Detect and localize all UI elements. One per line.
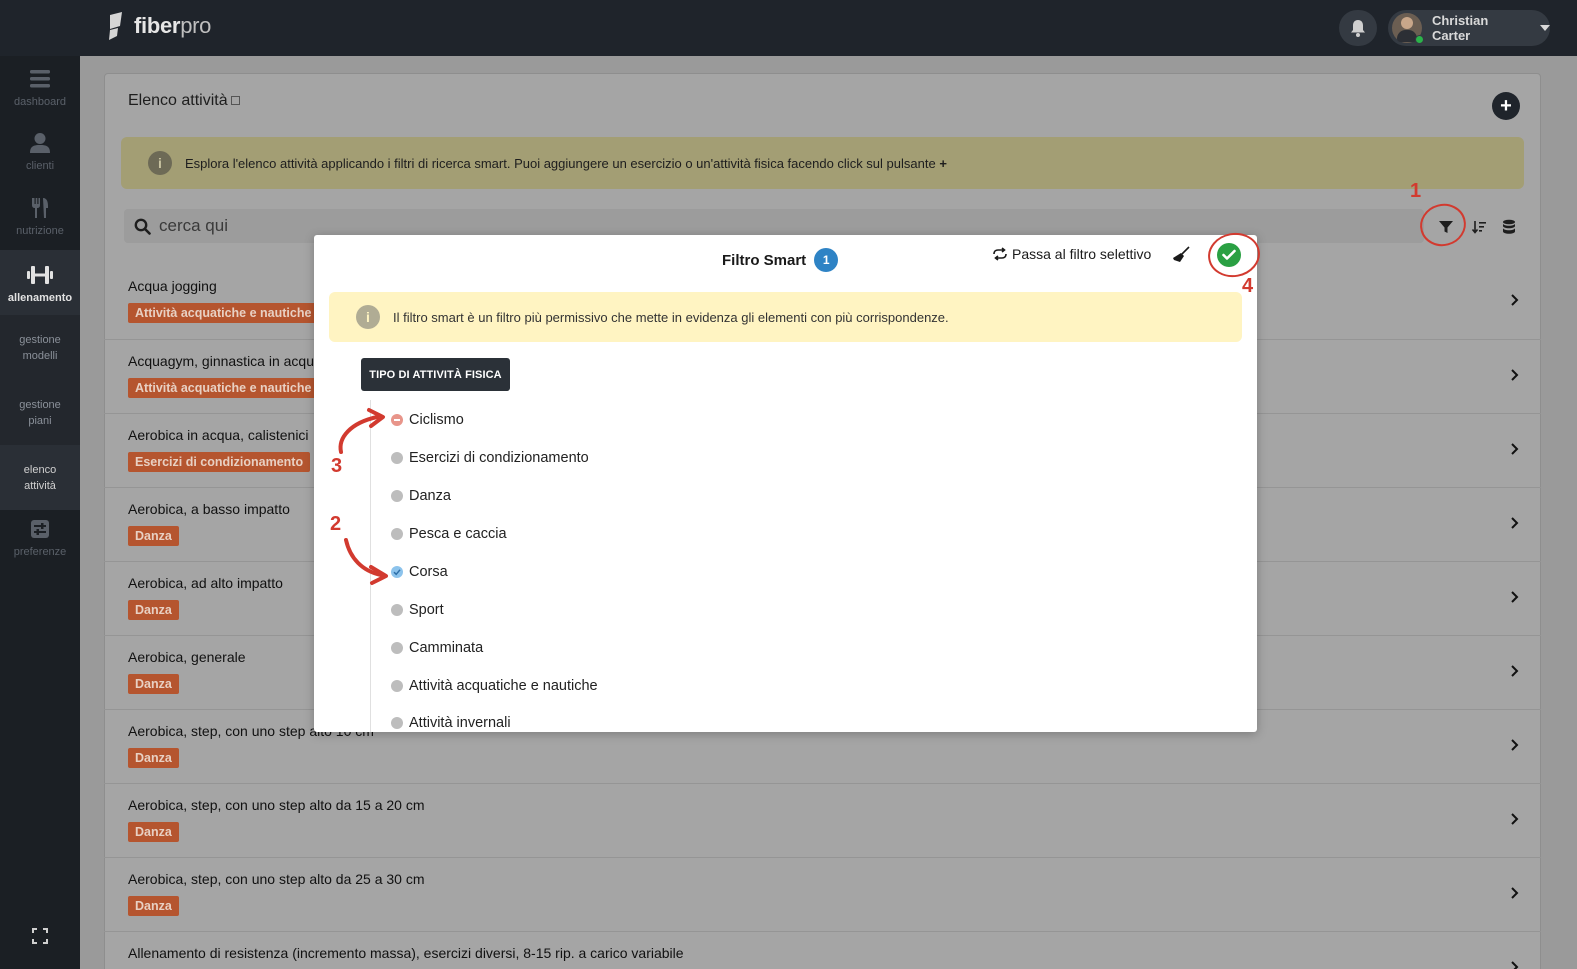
add-activity-button[interactable]: + [1492,92,1520,120]
sidebar-item-allenamento[interactable]: allenamento [0,250,80,315]
neutral-state-icon [391,642,403,654]
chevron-right-icon [1511,591,1519,603]
modal-info-text: Il filtro smart è un filtro più permissi… [393,309,949,325]
app-logo[interactable]: fiberpro [106,12,211,40]
smart-filter-modal: Filtro Smart 1 Passa al filtro selettivo… [314,235,1257,732]
category-tag: Danza [128,896,179,916]
category-tag: Esercizi di condizionamento [128,452,311,472]
apply-filter-button[interactable] [1217,243,1241,267]
repeat-icon [993,247,1007,261]
sort-icon [1471,221,1486,234]
chevron-right-icon [1511,813,1519,825]
excluded-state-icon [391,414,403,426]
user-name: Christian Carter [1431,13,1489,43]
sidebar-item-preferenze[interactable]: preferenze [0,516,80,571]
chevron-right-icon [1511,369,1519,381]
included-state-icon [391,566,403,578]
list-item[interactable]: Allenamento di resistenza (incremento ma… [104,931,1541,969]
info-text: Esplora l'elenco attività applicando i f… [185,155,936,171]
modal-info-banner: i Il filtro smart è un filtro più permis… [329,292,1242,342]
annotation-number-2: 2 [330,513,342,535]
neutral-state-icon [391,528,403,540]
chevron-right-icon [1511,665,1519,677]
list-item[interactable]: Aerobica, step, con uno step alto da 25 … [104,857,1541,931]
category-tag: Danza [128,822,179,842]
sliders-icon [31,520,49,538]
filter-button[interactable] [1435,216,1457,238]
sidebar-item-clienti[interactable]: clienti [0,130,80,185]
sidebar-item-gestione-piani[interactable]: gestione piani [0,380,80,445]
chevron-right-icon [1511,443,1519,455]
neutral-state-icon [391,490,403,502]
fork-knife-icon [32,198,48,218]
filter-option-danza[interactable]: Danza [391,488,451,504]
chevron-right-icon [1511,739,1519,751]
avatar [1392,13,1424,44]
info-icon: i [148,151,172,175]
filter-option-esercizi-di-condizionamento[interactable]: Esercizi di condizionamento [391,450,589,466]
category-tag: Attività acquatiche e nautiche [128,378,319,398]
plus-icon: + [1500,95,1512,117]
logo-icon [109,12,122,40]
sidebar: dashboard clienti nutrizione allenamento… [0,56,80,969]
category-tag: Danza [128,674,179,694]
filter-option-camminata[interactable]: Camminata [391,640,483,656]
switch-to-selective-filter-link[interactable]: Passa al filtro selettivo [992,246,1151,262]
modal-title: Filtro Smart 1 [722,248,839,272]
check-icon [1222,249,1236,260]
notifications-button[interactable] [1339,10,1377,46]
neutral-state-icon [391,604,403,616]
database-icon [1503,219,1515,234]
search-icon [134,218,151,235]
neutral-state-icon [391,452,403,464]
sidebar-item-elenco-attivita[interactable]: elenco attività [0,445,80,510]
user-menu[interactable]: Christian Carter [1388,10,1550,46]
user-icon [30,133,50,153]
neutral-state-icon [391,717,403,729]
search-input[interactable]: cerca qui [159,216,228,236]
clear-filters-icon[interactable] [1171,245,1191,265]
menu-icon [30,70,50,88]
filter-option-attivita-invernali[interactable]: Attività invernali [391,715,511,731]
filter-option-ciclismo[interactable]: Ciclismo [391,412,464,428]
dumbbell-icon [27,265,53,284]
category-tag: Danza [128,526,179,546]
logo-text: fiberpro [134,13,212,38]
tree-line [370,400,371,732]
online-status-dot [1414,35,1424,44]
bell-icon [1351,20,1365,37]
active-filter-count-badge: 1 [814,248,839,272]
top-bar: fiberpro Christian Carter [0,0,1577,56]
filter-option-sport[interactable]: Sport [391,602,444,618]
annotation-number-3: 3 [331,455,343,477]
category-tag: Danza [128,748,179,768]
info-plus: + [939,155,947,171]
annotation-number-4: 4 [1242,275,1254,297]
filter-icon [1439,221,1453,233]
sort-button[interactable] [1468,216,1490,238]
chevron-right-icon [1511,294,1519,306]
sidebar-item-gestione-modelli[interactable]: gestione modelli [0,315,80,380]
filter-option-pesca-e-caccia[interactable]: Pesca e caccia [391,526,507,542]
annotation-number-1: 1 [1410,180,1422,202]
category-tag: Attività acquatiche e nautiche [128,303,319,323]
copy-icon[interactable] [230,96,240,106]
database-button[interactable] [1498,216,1520,238]
chevron-right-icon [1511,961,1519,969]
neutral-state-icon [391,680,403,692]
chevron-right-icon [1511,517,1519,529]
activity-type-section-button[interactable]: TIPO DI ATTIVITÀ FISICA [361,358,510,391]
list-item[interactable]: Aerobica, step, con uno step alto da 15 … [104,783,1541,857]
info-banner: i Esplora l'elenco attività applicando i… [121,137,1524,189]
filter-option-corsa[interactable]: Corsa [391,564,448,580]
chevron-down-icon [1540,25,1550,31]
category-tag: Danza [128,600,179,620]
page-title: Elenco attività [128,92,240,110]
chevron-right-icon [1511,887,1519,899]
fullscreen-icon[interactable] [32,928,48,944]
sidebar-item-nutrizione[interactable]: nutrizione [0,195,80,250]
filter-option-attivita-acquatiche-e-nautiche[interactable]: Attività acquatiche e nautiche [391,678,598,694]
sidebar-item-dashboard[interactable]: dashboard [0,66,80,121]
info-icon: i [356,305,380,329]
